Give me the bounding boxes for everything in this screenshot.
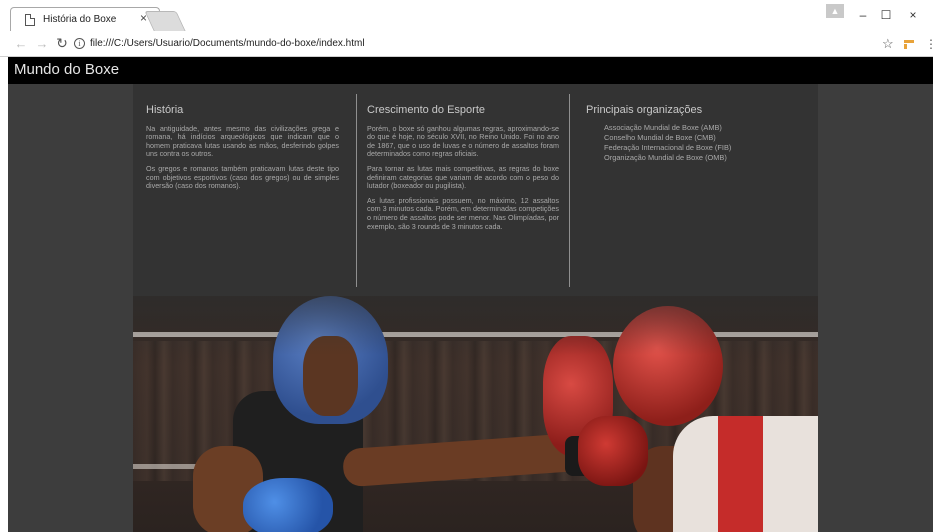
browser-tab[interactable]: História do Boxe ×: [10, 7, 160, 31]
browser-toolbar: ← → ↻ i file:///C:/Users/Usuario/Documen…: [0, 33, 933, 57]
list-item: Associação Mundial de Boxe (AMB): [604, 122, 722, 132]
site-title: Mundo do Boxe: [14, 61, 120, 78]
list-item: Organização Mundial de Boxe (OMB): [604, 152, 727, 162]
info-icon[interactable]: i: [74, 38, 85, 49]
organizacoes-heading: Principais organizações: [586, 104, 703, 116]
site-header: Mundo do Boxe: [8, 57, 933, 84]
star-icon[interactable]: ☆: [882, 36, 894, 52]
reload-icon[interactable]: ↻: [55, 35, 69, 52]
person-icon: ▲: [830, 6, 840, 16]
extension-icon[interactable]: [904, 40, 914, 49]
historia-paragraph: Na antiguidade, antes mesmo das civiliza…: [146, 123, 339, 159]
minimize-button[interactable]: –: [853, 8, 873, 22]
menu-dots-icon[interactable]: ⋮: [925, 37, 933, 51]
profile-button[interactable]: ▲: [826, 4, 844, 18]
tab-strip: História do Boxe × ▲ – ☐ ×: [0, 0, 933, 33]
crescimento-heading: Crescimento do Esporte: [367, 104, 485, 116]
column-divider: [356, 94, 357, 287]
page-icon: [25, 13, 35, 26]
main-content: História Na antiguidade, antes mesmo das…: [133, 84, 818, 532]
close-window-button[interactable]: ×: [903, 8, 923, 22]
crescimento-paragraph: As lutas profissionais possuem, no máxim…: [367, 195, 559, 231]
crescimento-section: Crescimento do Esporte Porém, o boxe só …: [367, 94, 559, 237]
organizacoes-section: Principais organizações Associação Mundi…: [586, 94, 806, 163]
historia-paragraph: Os gregos e romanos também praticavam lu…: [146, 163, 339, 191]
column-divider: [569, 94, 570, 287]
boxing-photo: [133, 296, 818, 532]
maximize-button[interactable]: ☐: [876, 8, 896, 22]
crescimento-paragraph: Porém, o boxe só ganhou algumas regras, …: [367, 123, 559, 159]
back-arrow-icon[interactable]: ←: [14, 36, 28, 51]
page-viewport: Mundo do Boxe História Na antiguidade, a…: [8, 57, 933, 532]
address-bar[interactable]: file:///C:/Users/Usuario/Documents/mundo…: [90, 38, 365, 49]
forward-arrow-icon[interactable]: →: [35, 36, 49, 51]
list-item: Federação Internacional de Boxe (FIB): [604, 142, 732, 152]
organizacoes-list: Associação Mundial de Boxe (AMB) Conselh…: [586, 123, 806, 163]
historia-section: História Na antiguidade, antes mesmo das…: [146, 94, 339, 197]
crescimento-paragraph: Para tornar as lutas mais competitivas, …: [367, 163, 559, 191]
list-item: Conselho Mundial de Boxe (CMB): [604, 132, 716, 142]
photo-shade: [133, 296, 818, 532]
tab-title: História do Boxe: [43, 14, 117, 25]
historia-heading: História: [146, 104, 184, 116]
